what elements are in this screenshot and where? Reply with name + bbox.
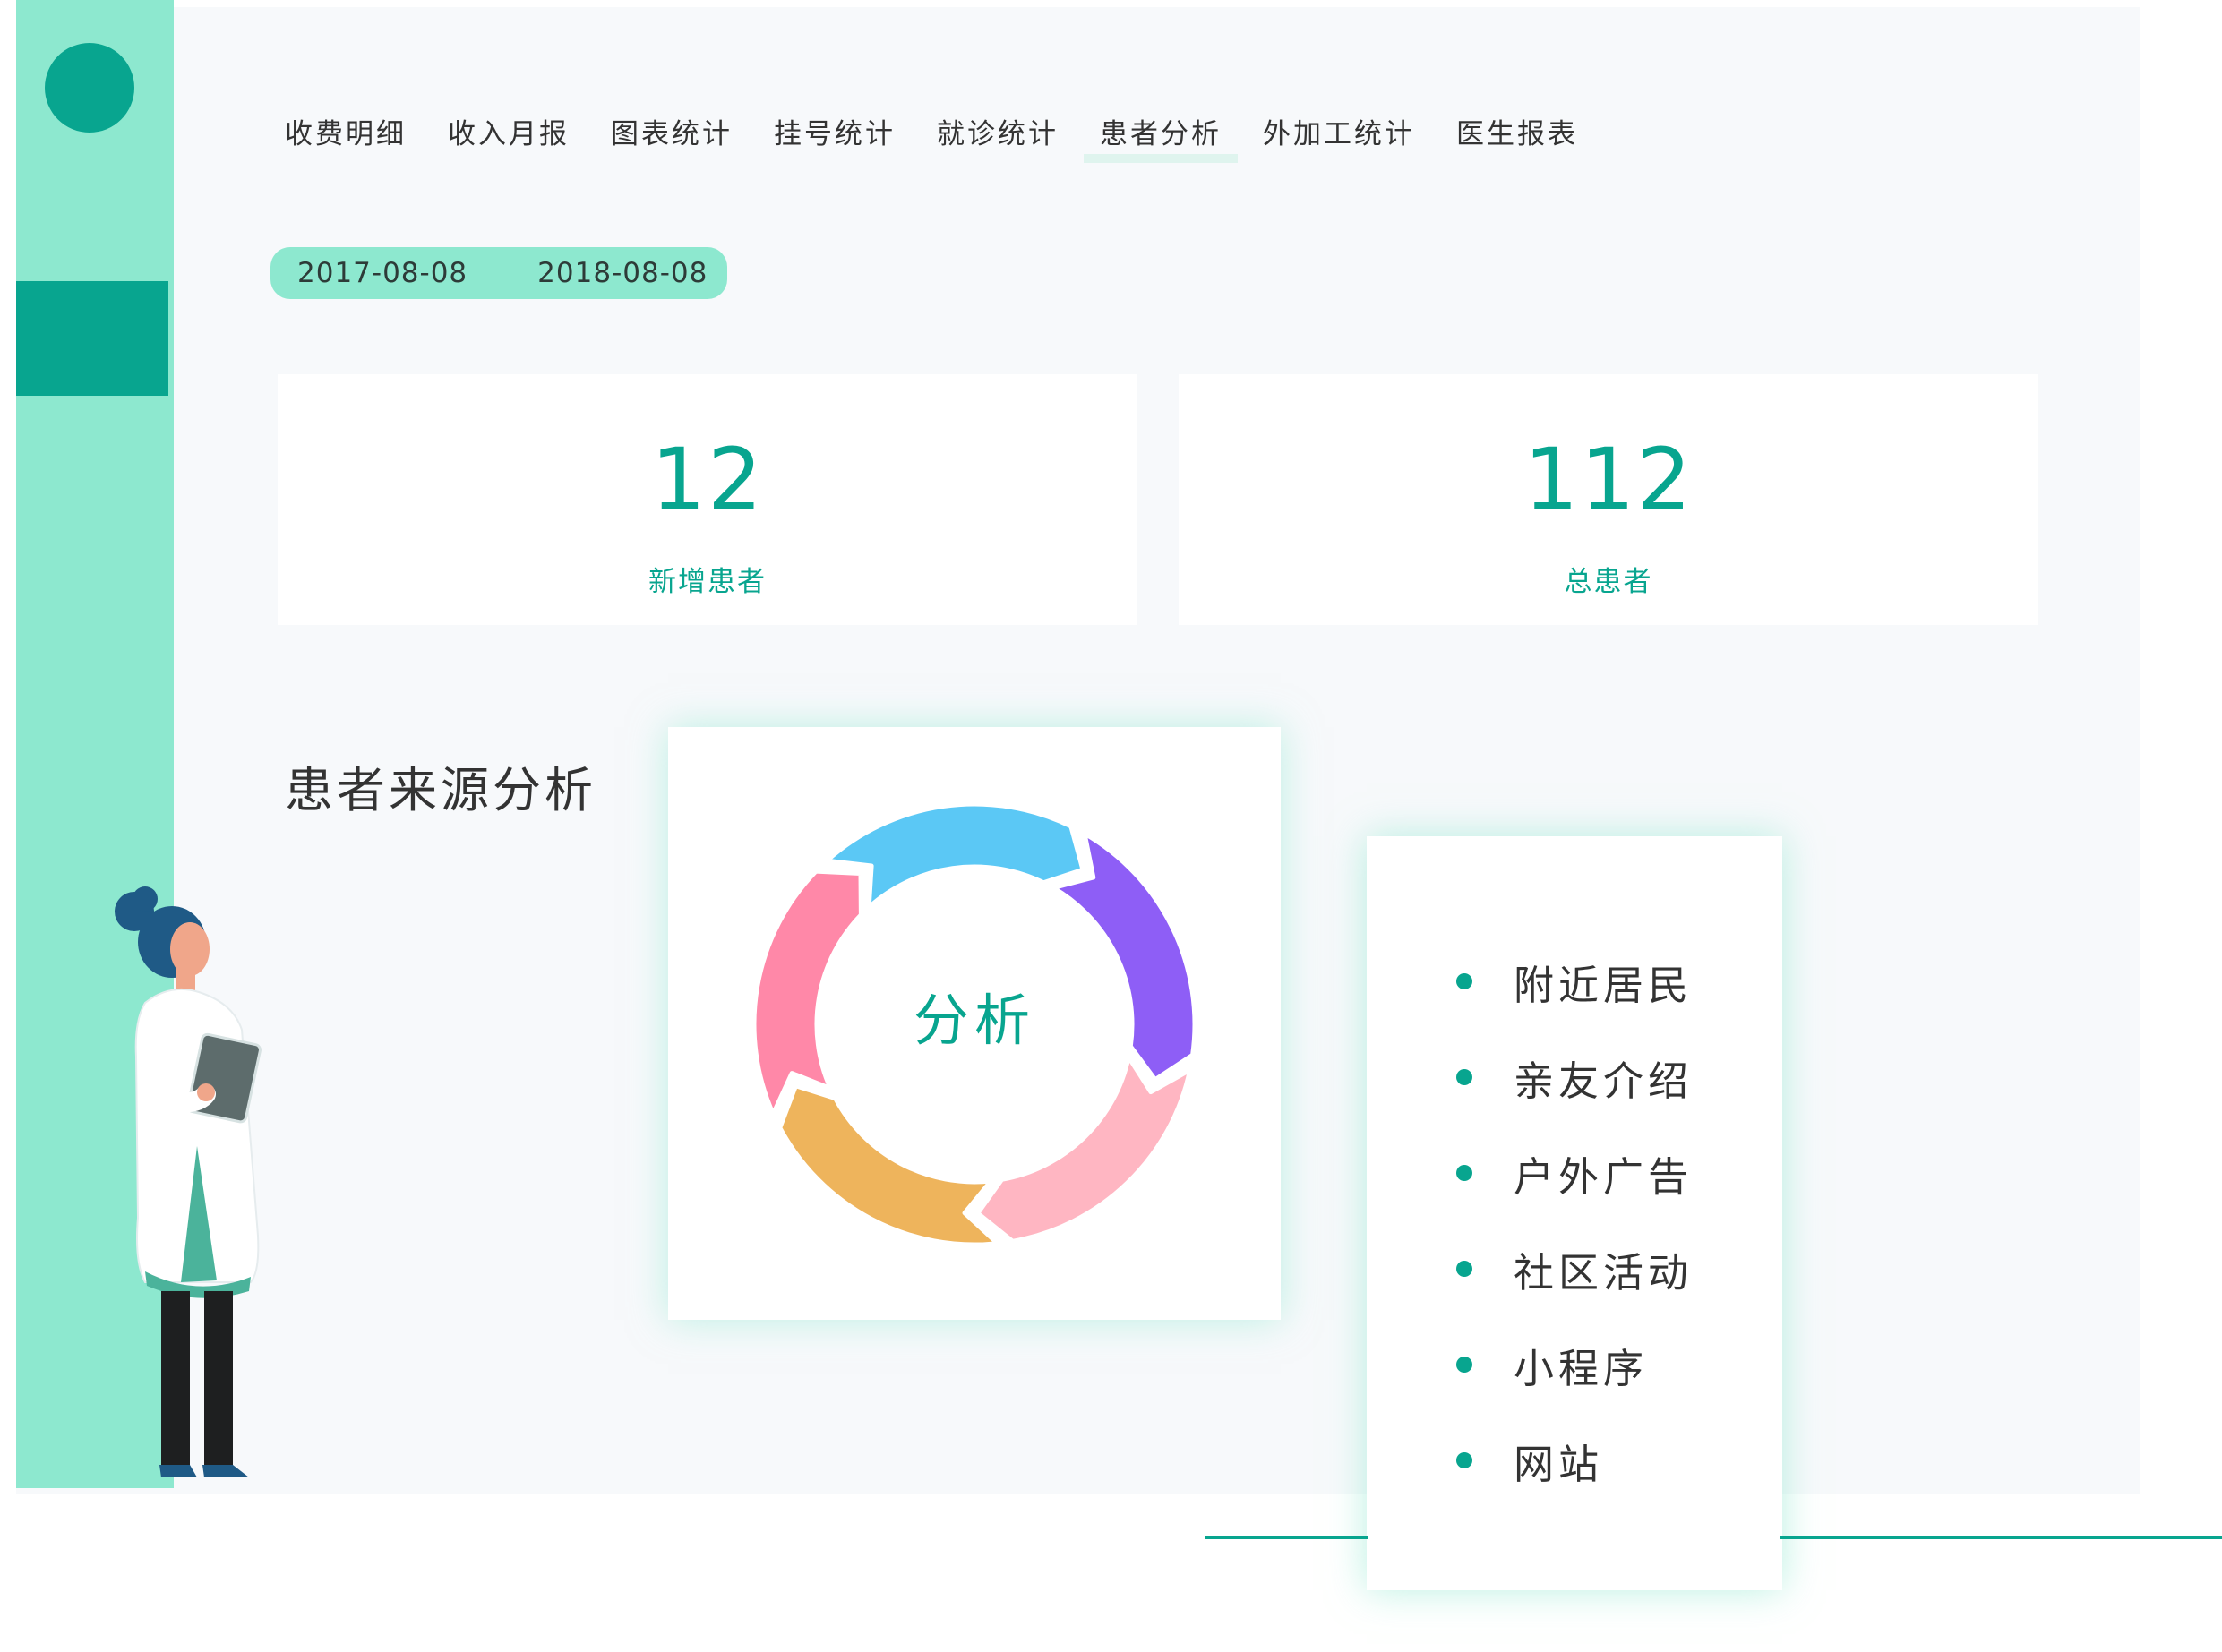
bullet-dot-icon [1456, 1261, 1472, 1277]
donut-chart: 分析 [751, 801, 1197, 1247]
tab-visit-stats[interactable]: 就诊统计 [937, 100, 1059, 151]
legend-label: 附近居民 [1514, 961, 1694, 1009]
tab-outsourcing-stats[interactable]: 外加工统计 [1263, 100, 1415, 151]
legend-label: 网站 [1514, 1440, 1604, 1488]
donut-segment-4 [751, 869, 863, 1117]
donut-center-label: 分析 [914, 988, 1035, 1053]
bottom-divider-right [1780, 1536, 2222, 1539]
legend-label: 亲友介绍 [1514, 1057, 1694, 1105]
bullet-dot-icon [1456, 1357, 1472, 1373]
bullet-dot-icon [1456, 1165, 1472, 1181]
donut-segment-2 [975, 1055, 1193, 1244]
date-range-picker[interactable]: 2017-08-08 2018-08-08 [270, 247, 727, 299]
stat-card-new-patients: 12 新增患者 [278, 374, 1137, 625]
bottom-divider-left [1205, 1536, 1368, 1539]
stat-label-new-patients: 新增患者 [648, 566, 767, 598]
donut-card: 分析 [668, 727, 1281, 1320]
bullet-dot-icon [1456, 1452, 1472, 1468]
legend-label: 社区活动 [1514, 1248, 1694, 1297]
bullet-dot-icon [1456, 973, 1472, 989]
stat-card-total-patients: 112 总患者 [1179, 374, 2038, 625]
stat-value-new-patients: 12 [650, 430, 765, 530]
legend-label: 小程序 [1514, 1344, 1649, 1392]
leg-icon [161, 1291, 190, 1467]
legend-card: 附近居民 亲友介绍 户外广告 社区活动 小程序 网站 [1367, 836, 1782, 1590]
legend-label: 户外广告 [1514, 1152, 1694, 1201]
legend-item[interactable]: 网站 [1456, 1434, 1604, 1488]
date-range-start[interactable]: 2017-08-08 [297, 257, 468, 289]
legend-item[interactable]: 附近居民 [1456, 954, 1694, 1009]
bullet-dot-icon [1456, 1069, 1472, 1085]
section-title: 患者来源分析 [285, 762, 596, 818]
donut-segment-3 [777, 1083, 1000, 1247]
legend-item[interactable]: 小程序 [1456, 1338, 1649, 1392]
tab-patient-analysis[interactable]: 患者分析 [1084, 100, 1238, 163]
circle-logo-icon[interactable] [45, 43, 134, 133]
tab-registration-stats[interactable]: 挂号统计 [774, 100, 896, 151]
legend-item[interactable]: 亲友介绍 [1456, 1050, 1694, 1105]
tab-chart-stats[interactable]: 图表统计 [611, 100, 733, 151]
donut-segment-5 [824, 801, 1085, 910]
stat-label-total-patients: 总患者 [1564, 566, 1653, 598]
sidebar-item-active[interactable] [16, 281, 168, 396]
legend-item[interactable]: 社区活动 [1456, 1242, 1694, 1297]
legend-item[interactable]: 户外广告 [1456, 1146, 1694, 1201]
tab-bar: 收费明细 收入月报 图表统计 挂号统计 就诊统计 患者分析 外加工统计 医生报表 [285, 100, 1619, 168]
tab-doctor-report[interactable]: 医生报表 [1456, 100, 1578, 151]
tab-monthly-income[interactable]: 收入月报 [448, 100, 570, 151]
page: 收费明细 收入月报 图表统计 挂号统计 就诊统计 患者分析 外加工统计 医生报表… [0, 0, 2222, 1652]
tab-charge-detail[interactable]: 收费明细 [285, 100, 407, 151]
doctor-illustration [115, 886, 262, 1477]
stat-value-total-patients: 112 [1523, 430, 1694, 530]
date-range-end[interactable]: 2018-08-08 [537, 257, 708, 289]
